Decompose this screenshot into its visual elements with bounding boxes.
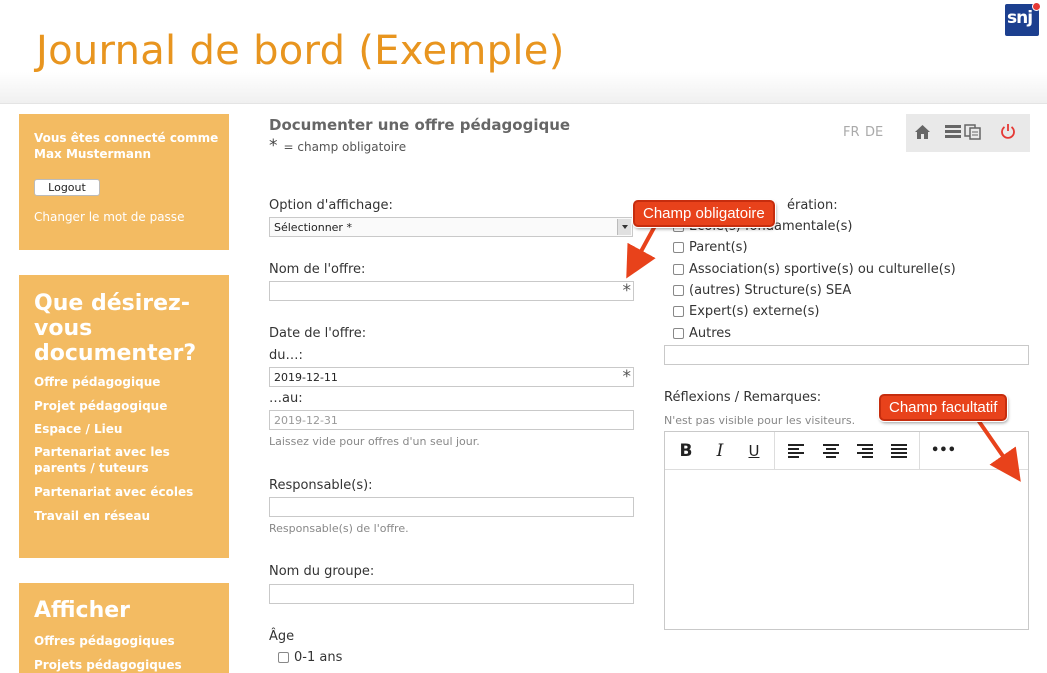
checkbox[interactable] [278, 652, 289, 663]
logout-button[interactable]: Logout [34, 179, 100, 196]
coop-option-label: Expert(s) externe(s) [689, 304, 820, 319]
required-star-icon: * [622, 281, 632, 301]
callout-optional: Champ facultatif [879, 394, 1008, 421]
callout-required: Champ obligatoire [633, 200, 775, 227]
nav-espace-lieu[interactable]: Espace / Lieu [34, 421, 224, 437]
date-to-placeholder: 2019-12-31 [274, 414, 338, 427]
responsible-hint: Responsable(s) de l'offre. [269, 522, 409, 535]
responsible-input[interactable] [269, 497, 634, 517]
coop-option-label: Autres [689, 326, 732, 341]
nav-projets-pedagogiques[interactable]: Projets pédagogiques [34, 657, 224, 673]
list-icon[interactable] [945, 124, 961, 139]
toolbar-divider [919, 432, 920, 470]
nav-partenariat-parents[interactable]: Partenariat avec les parents / tuteurs [34, 444, 224, 476]
display-option-value: Sélectionner * [274, 221, 352, 234]
align-left-icon[interactable] [788, 443, 806, 459]
display-menu: Afficher Offres pédagogiques Projets péd… [19, 583, 229, 673]
align-right-icon[interactable] [856, 443, 874, 459]
required-star-icon: * [622, 367, 632, 387]
user-name: Max Mustermann [34, 147, 152, 161]
coop-option-label: Association(s) sportive(s) ou culturelle… [689, 262, 956, 277]
lang-de[interactable]: DE [865, 125, 883, 140]
connected-as-label: Vous êtes connecté comme [34, 131, 219, 145]
checkbox[interactable] [673, 242, 684, 253]
cooperation-label: ération: [787, 198, 838, 213]
document-menu: Que désirez-vous documenter? Offre pédag… [19, 275, 229, 558]
display-option-label: Option d'affichage: [269, 198, 393, 213]
date-to-label: …au: [269, 391, 303, 406]
checkbox[interactable] [673, 306, 684, 317]
coop-option-experts[interactable]: Expert(s) externe(s) [673, 304, 819, 319]
date-from-label: du…: [269, 348, 303, 363]
justify-icon[interactable] [890, 443, 908, 459]
offer-name-input[interactable]: * [269, 281, 634, 301]
responsible-label: Responsable(s): [269, 478, 373, 493]
nav-travail-reseau[interactable]: Travail en réseau [34, 508, 224, 524]
display-option-select[interactable]: Sélectionner * [269, 217, 633, 237]
more-options-button[interactable]: ••• [931, 440, 956, 462]
chevron-down-icon [617, 219, 631, 235]
align-center-icon[interactable] [822, 443, 840, 459]
copy-icon[interactable] [964, 124, 982, 140]
home-icon[interactable] [914, 124, 931, 140]
required-note-text: = champ obligatoire [283, 140, 407, 154]
checkbox[interactable] [673, 264, 684, 275]
checkbox[interactable] [673, 285, 684, 296]
power-icon[interactable] [1000, 123, 1016, 140]
app-title: Journal de bord (Exemple) [36, 28, 565, 74]
age-option-0-1[interactable]: 0-1 ans [278, 650, 342, 665]
nav-offre-pedagogique[interactable]: Offre pédagogique [34, 374, 224, 390]
date-hint: Laissez vide pour offres d'un seul jour. [269, 435, 480, 448]
arrow-required [626, 223, 658, 279]
checkbox[interactable] [673, 328, 684, 339]
date-from-value: 2019-12-11 [274, 371, 338, 384]
session-box: Vous êtes connecté comme Max Mustermann … [19, 114, 229, 250]
bold-button[interactable]: B [675, 440, 697, 462]
lang-fr[interactable]: FR [843, 125, 860, 140]
required-symbol: * [269, 136, 278, 156]
required-note: * = champ obligatoire [269, 136, 406, 156]
reflections-hint: N'est pas visible pour les visiteurs. [664, 414, 856, 427]
offer-date-label: Date de l'offre: [269, 326, 367, 341]
logo-dot-icon [1032, 2, 1041, 11]
coop-option-parents[interactable]: Parent(s) [673, 240, 748, 255]
coop-option-structures[interactable]: (autres) Structure(s) SEA [673, 283, 851, 298]
coop-option-label: Parent(s) [689, 240, 748, 255]
reflections-editor[interactable]: B I U ••• [664, 431, 1029, 630]
document-menu-heading: Que désirez-vous documenter? [34, 291, 197, 366]
snj-logo[interactable]: snj [1005, 2, 1041, 36]
editor-content-area[interactable] [665, 471, 1028, 629]
logo-text: snj [1007, 8, 1033, 28]
date-from-input[interactable]: 2019-12-11 * [269, 367, 634, 387]
age-label: Âge [269, 629, 295, 644]
display-menu-heading: Afficher [34, 598, 131, 623]
editor-toolbar: B I U ••• [665, 432, 1028, 470]
change-password-link[interactable]: Changer le mot de passe [34, 210, 184, 224]
underline-button[interactable]: U [743, 440, 765, 462]
reflections-label: Réflexions / Remarques: [664, 390, 822, 405]
group-name-input[interactable] [269, 584, 634, 604]
page-title: Documenter une offre pédagogique [269, 116, 571, 134]
date-to-input[interactable]: 2019-12-31 [269, 410, 634, 430]
italic-button[interactable]: I [709, 440, 731, 462]
header: Journal de bord (Exemple) snj [0, 0, 1047, 104]
coop-option-label: (autres) Structure(s) SEA [689, 283, 852, 298]
coop-other-input[interactable] [664, 345, 1029, 365]
group-name-label: Nom du groupe: [269, 564, 375, 579]
toolbar [906, 114, 1030, 152]
age-option-label: 0-1 ans [294, 650, 343, 665]
coop-option-autres[interactable]: Autres [673, 326, 731, 341]
coop-option-associations[interactable]: Association(s) sportive(s) ou culturelle… [673, 262, 956, 277]
nav-partenariat-ecoles[interactable]: Partenariat avec écoles [34, 484, 224, 500]
nav-offres-pedagogiques[interactable]: Offres pédagogiques [34, 633, 224, 649]
offer-name-label: Nom de l'offre: [269, 262, 366, 277]
nav-projet-pedagogique[interactable]: Projet pédagogique [34, 398, 224, 414]
toolbar-divider [774, 432, 775, 470]
